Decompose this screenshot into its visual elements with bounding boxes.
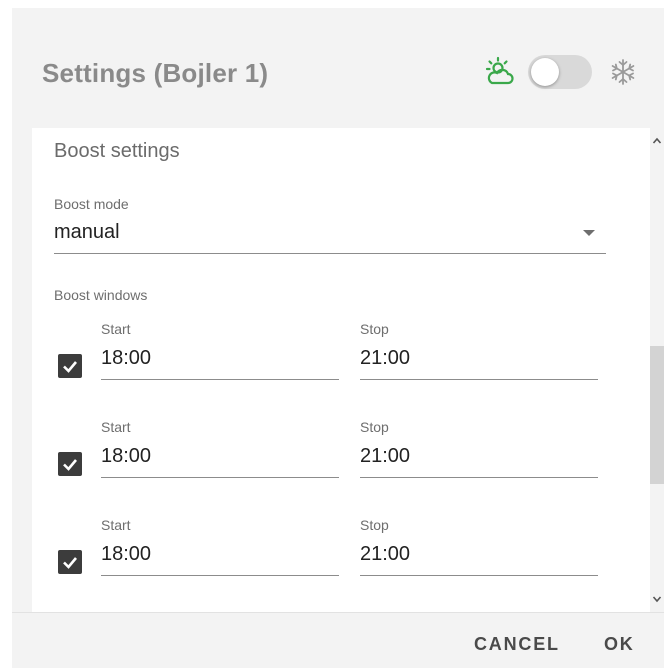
boost-mode-label: Boost mode: [54, 196, 129, 212]
scrollbar-thumb[interactable]: [650, 346, 664, 484]
boost-window-checkbox[interactable]: [58, 354, 82, 378]
stop-time-input[interactable]: 21:00: [360, 543, 410, 566]
boost-mode-value[interactable]: manual: [54, 221, 120, 244]
start-label: Start: [101, 419, 131, 435]
stop-label: Stop: [360, 321, 389, 337]
stop-time-input[interactable]: 21:00: [360, 445, 410, 468]
snowflake-icon[interactable]: [609, 58, 637, 86]
dialog-header: Settings (Bojler 1): [12, 8, 664, 128]
boost-windows-label: Boost windows: [54, 287, 148, 303]
cancel-button[interactable]: CANCEL: [474, 634, 560, 655]
stop-underline: [360, 575, 598, 576]
footer-divider: [12, 612, 664, 613]
scroll-down-icon[interactable]: [652, 594, 662, 604]
stop-label: Stop: [360, 419, 389, 435]
start-underline: [101, 575, 339, 576]
start-time-input[interactable]: 18:00: [101, 347, 151, 370]
start-time-input[interactable]: 18:00: [101, 445, 151, 468]
boost-mode-underline: [54, 253, 606, 254]
scroll-up-icon[interactable]: [652, 136, 662, 146]
stop-underline: [360, 477, 598, 478]
boost-window-row: Start 18:00 Stop 21:00: [32, 321, 650, 401]
boost-window-checkbox[interactable]: [58, 452, 82, 476]
start-time-input[interactable]: 18:00: [101, 543, 151, 566]
start-underline: [101, 477, 339, 478]
start-underline: [101, 379, 339, 380]
boost-window-row: Start 18:00 Stop 21:00: [32, 517, 650, 597]
ok-button[interactable]: OK: [604, 634, 635, 655]
sun-cloud-icon[interactable]: [484, 56, 516, 88]
toggle-knob[interactable]: [531, 58, 559, 86]
dialog-title: Settings (Bojler 1): [42, 58, 269, 88]
section-title-boost: Boost settings: [54, 140, 180, 162]
mode-toggle[interactable]: [528, 55, 592, 89]
start-label: Start: [101, 517, 131, 533]
dropdown-arrow-icon[interactable]: [583, 230, 595, 236]
boost-window-row: Start 18:00 Stop 21:00: [32, 419, 650, 499]
settings-dialog: Settings (Bojler 1) Boost settings Boost…: [12, 8, 664, 668]
stop-label: Stop: [360, 517, 389, 533]
checkmark-icon: [63, 459, 77, 471]
boost-window-checkbox[interactable]: [58, 550, 82, 574]
stop-underline: [360, 379, 598, 380]
checkmark-icon: [63, 361, 77, 373]
checkmark-icon: [63, 557, 77, 569]
stop-time-input[interactable]: 21:00: [360, 347, 410, 370]
scrollbar[interactable]: [650, 128, 664, 612]
start-label: Start: [101, 321, 131, 337]
settings-content: Boost settings Boost mode manual Boost w…: [32, 128, 650, 612]
